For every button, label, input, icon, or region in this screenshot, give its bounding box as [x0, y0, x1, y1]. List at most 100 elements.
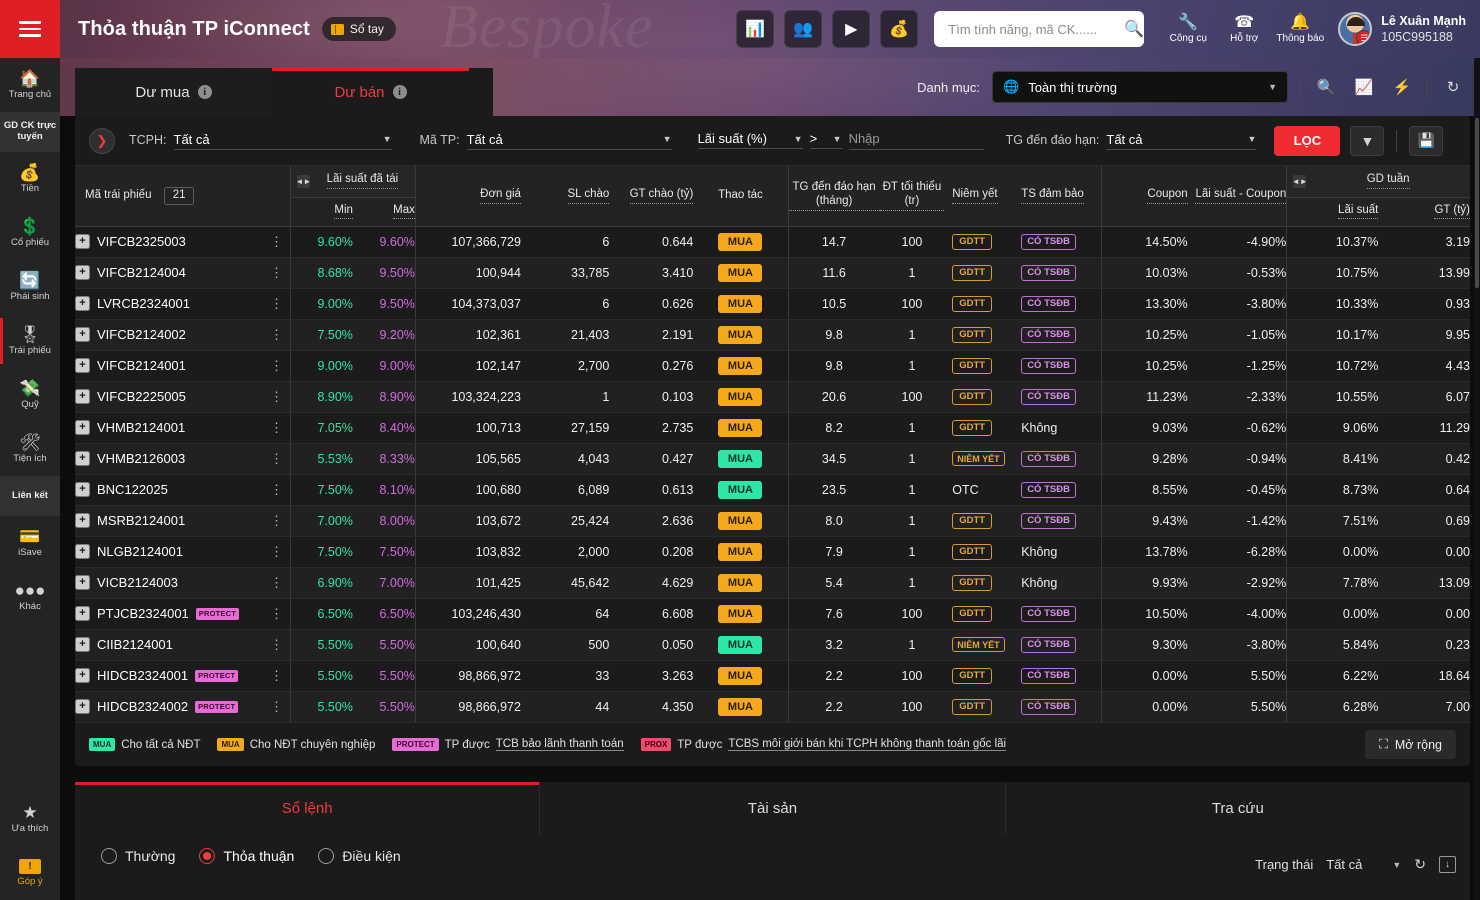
table-row[interactable]: +HIDCB2324001PROTECT⋮5.50%5.50%98,866,97…: [75, 660, 1470, 691]
bottom-tab-tai-san[interactable]: Tài sản: [540, 782, 1005, 834]
expand-row-icon[interactable]: +: [75, 420, 90, 435]
buy-button[interactable]: MUA: [718, 388, 762, 406]
sidebar-item-co-phieu[interactable]: 💲 Cổ phiếu: [0, 206, 60, 260]
cell-action[interactable]: MUA: [693, 505, 788, 536]
cell-action[interactable]: MUA: [693, 226, 788, 257]
users-icon[interactable]: 👥: [784, 10, 822, 48]
sidebar-item-quy[interactable]: 💸 Quỹ: [0, 368, 60, 422]
row-menu-icon[interactable]: ⋮: [270, 638, 290, 651]
sidebar-item-isave[interactable]: 💳 iSave: [0, 516, 60, 570]
cell-action[interactable]: MUA: [693, 629, 788, 660]
expand-row-icon[interactable]: +: [75, 482, 90, 497]
support-button[interactable]: ☎ Hỗ trợ: [1216, 15, 1272, 44]
download-icon[interactable]: ↓: [1439, 856, 1456, 873]
cell-action[interactable]: MUA: [693, 567, 788, 598]
tab-du-ban[interactable]: Dư bán i: [272, 68, 469, 116]
filter-maturity-select[interactable]: Tất cả ▼: [1106, 132, 1256, 150]
legend-link[interactable]: TCBS môi giới bán khi TCPH không thanh t…: [728, 738, 1006, 751]
notification-button[interactable]: 🔔 Thông báo: [1272, 15, 1328, 44]
radio-dieu-kien[interactable]: Điều kiện: [318, 848, 400, 864]
row-menu-icon[interactable]: ⋮: [270, 514, 290, 527]
table-row[interactable]: +HIDCB2324002PROTECT⋮5.50%5.50%98,866,97…: [75, 691, 1470, 722]
table-row[interactable]: +NLGB2124001⋮7.50%7.50%103,8322,0000.208…: [75, 536, 1470, 567]
row-menu-icon[interactable]: ⋮: [270, 297, 290, 310]
cell-action[interactable]: MUA: [693, 536, 788, 567]
buy-button[interactable]: MUA: [718, 698, 762, 716]
cell-bond-code[interactable]: +LVRCB2324001⋮: [75, 288, 290, 319]
expand-row-icon[interactable]: +: [75, 699, 90, 714]
row-menu-icon[interactable]: ⋮: [270, 607, 290, 620]
th-week-rate[interactable]: Lãi suất: [1287, 197, 1379, 226]
collapse-icon[interactable]: ◄►: [1293, 175, 1306, 188]
cell-bond-code[interactable]: +VIFCB2124004⋮: [75, 257, 290, 288]
expand-row-icon[interactable]: +: [75, 296, 90, 311]
row-menu-icon[interactable]: ⋮: [270, 452, 290, 465]
table-row[interactable]: +VICB2124003⋮6.90%7.00%101,42545,6424.62…: [75, 567, 1470, 598]
expand-button[interactable]: ⛶ Mở rộng: [1365, 730, 1456, 759]
th-rate-min[interactable]: Min: [290, 197, 352, 226]
cell-action[interactable]: MUA: [693, 319, 788, 350]
expand-row-icon[interactable]: +: [75, 637, 90, 652]
tab-du-mua[interactable]: Dư mua i: [75, 68, 272, 116]
bottom-tab-so-lenh[interactable]: Sổ lệnh: [75, 782, 540, 834]
save-red-icon[interactable]: 💾: [1409, 126, 1443, 156]
table-row[interactable]: +MSRB2124001⋮7.00%8.00%103,67225,4242.63…: [75, 505, 1470, 536]
cell-action[interactable]: MUA: [693, 443, 788, 474]
row-menu-icon[interactable]: ⋮: [270, 421, 290, 434]
th-coupon[interactable]: Coupon: [1102, 166, 1188, 226]
info-icon[interactable]: i: [393, 85, 407, 99]
buy-button[interactable]: MUA: [718, 357, 762, 375]
cell-action[interactable]: MUA: [693, 257, 788, 288]
buy-button[interactable]: MUA: [718, 512, 762, 530]
th-qty[interactable]: SL chào: [521, 166, 609, 226]
global-search[interactable]: 🔍: [934, 11, 1144, 47]
cell-action[interactable]: MUA: [693, 474, 788, 505]
status-select[interactable]: Tất cả ▼: [1326, 857, 1401, 872]
th-maturity[interactable]: TG đến đáo hạn (tháng): [788, 166, 880, 226]
collapse-icon[interactable]: ◄►: [297, 175, 310, 188]
th-collateral[interactable]: TS đảm bảo: [1013, 166, 1101, 226]
table-row[interactable]: +BNC122025⋮7.50%8.10%100,6806,0890.613MU…: [75, 474, 1470, 505]
search-icon[interactable]: 🔍: [1124, 19, 1144, 39]
portfolio-select[interactable]: 🌐 Toàn thị trường ▼: [992, 71, 1288, 103]
bottom-tab-tra-cuu[interactable]: Tra cứu: [1006, 782, 1470, 834]
cell-bond-code[interactable]: +VIFCB2325003⋮: [75, 226, 290, 257]
refresh-icon[interactable]: ↻: [1440, 74, 1466, 100]
cell-bond-code[interactable]: +HIDCB2324002PROTECT⋮: [75, 691, 290, 722]
buy-button[interactable]: MUA: [718, 636, 762, 654]
buy-button[interactable]: MUA: [718, 419, 762, 437]
expand-row-icon[interactable]: +: [75, 606, 90, 621]
th-price[interactable]: Đơn giá: [415, 166, 521, 226]
cell-action[interactable]: MUA: [693, 691, 788, 722]
table-row[interactable]: +VIFCB2325003⋮9.60%9.60%107,366,72960.64…: [75, 226, 1470, 257]
row-menu-icon[interactable]: ⋮: [270, 235, 290, 248]
buy-button[interactable]: MUA: [718, 264, 762, 282]
row-menu-icon[interactable]: ⋮: [270, 266, 290, 279]
buy-button[interactable]: MUA: [718, 667, 762, 685]
buy-button[interactable]: MUA: [718, 450, 762, 468]
row-menu-icon[interactable]: ⋮: [270, 328, 290, 341]
money-chart-icon[interactable]: 📊: [736, 10, 774, 48]
cell-action[interactable]: MUA: [693, 598, 788, 629]
th-min-invest[interactable]: ĐT tối thiểu (tr): [880, 166, 945, 226]
table-row[interactable]: +LVRCB2324001⋮9.00%9.50%104,373,03760.62…: [75, 288, 1470, 319]
row-menu-icon[interactable]: ⋮: [270, 390, 290, 403]
th-value[interactable]: GT chào (tỷ): [609, 166, 693, 226]
page-scrollbar[interactable]: [1474, 58, 1480, 900]
info-icon[interactable]: i: [198, 85, 212, 99]
expand-row-icon[interactable]: +: [75, 265, 90, 280]
expand-row-icon[interactable]: +: [75, 389, 90, 404]
cell-bond-code[interactable]: +MSRB2124001⋮: [75, 505, 290, 536]
sidebar-item-tien-ich[interactable]: 🛠 Tiện ích: [0, 422, 60, 476]
cell-action[interactable]: MUA: [693, 288, 788, 319]
sidebar-item-tien[interactable]: 💰 Tiền: [0, 152, 60, 206]
expand-row-icon[interactable]: +: [75, 327, 90, 342]
cell-bond-code[interactable]: +VIFCB2124002⋮: [75, 319, 290, 350]
row-menu-icon[interactable]: ⋮: [270, 359, 290, 372]
row-menu-icon[interactable]: ⋮: [270, 700, 290, 713]
th-rate-max[interactable]: Max: [353, 197, 415, 226]
sidebar-item-phai-sinh[interactable]: 🔄 Phái sinh: [0, 260, 60, 314]
buy-button[interactable]: MUA: [718, 543, 762, 561]
cell-bond-code[interactable]: +VHMB2124001⋮: [75, 412, 290, 443]
buy-button[interactable]: MUA: [718, 481, 762, 499]
